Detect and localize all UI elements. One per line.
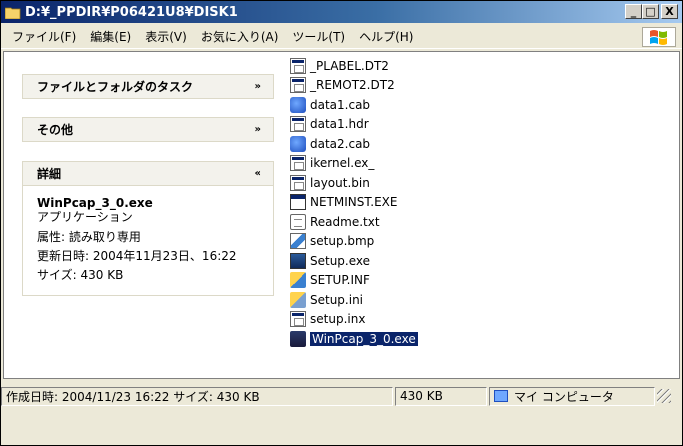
ini-icon xyxy=(290,291,306,308)
details-title: 詳細 xyxy=(37,167,62,181)
menu-view[interactable]: 表示(V) xyxy=(138,26,194,47)
file-name: ikernel.ex_ xyxy=(310,156,375,171)
minimize-button[interactable]: _ xyxy=(625,4,642,19)
file-item[interactable]: setup.inx xyxy=(290,310,590,330)
title-bar[interactable]: D:¥_PPDIR¥P06421U8¥DISK1 _ □ X xyxy=(1,1,682,23)
file-item[interactable]: data2.cab xyxy=(290,134,590,154)
text-icon xyxy=(290,213,306,230)
file-name: Readme.txt xyxy=(310,214,380,229)
status-bar: 作成日時: 2004/11/23 16:22 サイズ: 430 KB 430 K… xyxy=(1,385,682,407)
file-item[interactable]: Setup.ini xyxy=(290,290,590,310)
file-name: setup.bmp xyxy=(310,234,375,249)
file-tasks-panel: ファイルとフォルダのタスク » xyxy=(22,74,274,99)
setup-icon xyxy=(290,252,306,269)
menu-help[interactable]: ヘルプ(H) xyxy=(352,26,420,47)
file-item[interactable]: Readme.txt xyxy=(290,212,590,232)
file-item[interactable]: data1.cab xyxy=(290,95,590,115)
details-size: サイズ: 430 KB xyxy=(37,268,124,282)
close-button[interactable]: X xyxy=(661,4,678,19)
file-item[interactable]: _PLABEL.DT2 xyxy=(290,56,590,76)
computer-icon xyxy=(494,390,508,402)
menu-favorites[interactable]: お気に入り(A) xyxy=(194,26,286,47)
document-icon xyxy=(290,77,306,94)
exe-icon xyxy=(290,194,306,211)
other-panel: その他 » xyxy=(22,117,274,142)
file-item[interactable]: layout.bin xyxy=(290,173,590,193)
document-icon xyxy=(290,174,306,191)
explorer-window: D:¥_PPDIR¥P06421U8¥DISK1 _ □ X ファイル(F) 編… xyxy=(0,0,683,446)
windows-logo-icon xyxy=(642,27,676,47)
file-name: _REMOT2.DT2 xyxy=(310,78,395,93)
other-title: その他 xyxy=(37,123,74,137)
document-icon xyxy=(290,116,306,133)
maximize-button[interactable]: □ xyxy=(642,4,659,19)
details-header[interactable]: 詳細 « xyxy=(22,161,274,186)
file-name: data2.cab xyxy=(310,136,371,151)
status-info: 作成日時: 2004/11/23 16:22 サイズ: 430 KB xyxy=(1,386,393,406)
bitmap-icon xyxy=(290,233,306,250)
details-file-type: アプリケーション xyxy=(37,210,133,224)
menu-bar: ファイル(F) 編集(E) 表示(V) お気に入り(A) ツール(T) ヘルプ(… xyxy=(1,25,682,49)
details-attributes: 属性: 読み取り専用 xyxy=(37,230,141,244)
file-item[interactable]: WinPcap_3_0.exe xyxy=(290,329,590,349)
file-item[interactable]: ikernel.ex_ xyxy=(290,154,590,174)
window-title: D:¥_PPDIR¥P06421U8¥DISK1 xyxy=(25,4,238,20)
document-icon xyxy=(290,311,306,328)
document-icon xyxy=(290,155,306,172)
file-name: Setup.exe xyxy=(310,253,371,268)
winpcap-icon xyxy=(290,330,306,347)
file-tasks-title: ファイルとフォルダのタスク xyxy=(37,80,194,94)
file-item[interactable]: Setup.exe xyxy=(290,251,590,271)
details-modified: 更新日時: 2004年11月23日、16:22 xyxy=(37,249,237,263)
file-item[interactable]: SETUP.INF xyxy=(290,271,590,291)
file-name: setup.inx xyxy=(310,312,366,327)
resize-grip[interactable] xyxy=(657,389,671,403)
chevron-up-icon[interactable]: « xyxy=(255,168,261,179)
other-header[interactable]: その他 » xyxy=(22,117,274,142)
chevron-down-icon[interactable]: » xyxy=(255,81,261,92)
file-name: SETUP.INF xyxy=(310,273,370,288)
menu-file[interactable]: ファイル(F) xyxy=(5,26,83,47)
file-name: _PLABEL.DT2 xyxy=(310,58,389,73)
document-icon xyxy=(290,57,306,74)
details-file-name: WinPcap_3_0.exe xyxy=(37,196,153,210)
task-pane: ファイルとフォルダのタスク » その他 » 詳細 « WinPcap_3_0.e… xyxy=(4,52,286,378)
file-item[interactable]: _REMOT2.DT2 xyxy=(290,76,590,96)
inf-icon xyxy=(290,272,306,289)
content-area: ファイルとフォルダのタスク » その他 » 詳細 « WinPcap_3_0.e… xyxy=(3,51,680,379)
file-item[interactable]: setup.bmp xyxy=(290,232,590,252)
file-item[interactable]: NETMINST.EXE xyxy=(290,193,590,213)
status-location-label: マイ コンピュータ xyxy=(514,389,614,404)
status-location: マイ コンピュータ xyxy=(489,386,655,406)
chevron-down-icon[interactable]: » xyxy=(255,124,261,135)
details-body: WinPcap_3_0.exe アプリケーション 属性: 読み取り専用 更新日時… xyxy=(22,186,274,296)
file-item[interactable]: data1.hdr xyxy=(290,115,590,135)
cab-icon xyxy=(290,135,306,152)
cab-icon xyxy=(290,96,306,113)
file-name: data1.cab xyxy=(310,97,371,112)
menu-edit[interactable]: 編集(E) xyxy=(83,26,138,47)
status-size: 430 KB xyxy=(395,386,487,406)
file-name: WinPcap_3_0.exe xyxy=(310,331,418,346)
file-name: NETMINST.EXE xyxy=(310,195,398,210)
menu-tools[interactable]: ツール(T) xyxy=(285,26,352,47)
folder-icon xyxy=(4,6,21,19)
file-name: Setup.ini xyxy=(310,292,364,307)
details-panel: 詳細 « WinPcap_3_0.exe アプリケーション 属性: 読み取り専用… xyxy=(22,161,274,296)
file-name: layout.bin xyxy=(310,175,370,190)
file-list: _PLABEL.DT2 _REMOT2.DT2 data1.cab data1.hdr… xyxy=(290,56,590,349)
file-tasks-header[interactable]: ファイルとフォルダのタスク » xyxy=(22,74,274,99)
file-name: data1.hdr xyxy=(310,117,369,132)
